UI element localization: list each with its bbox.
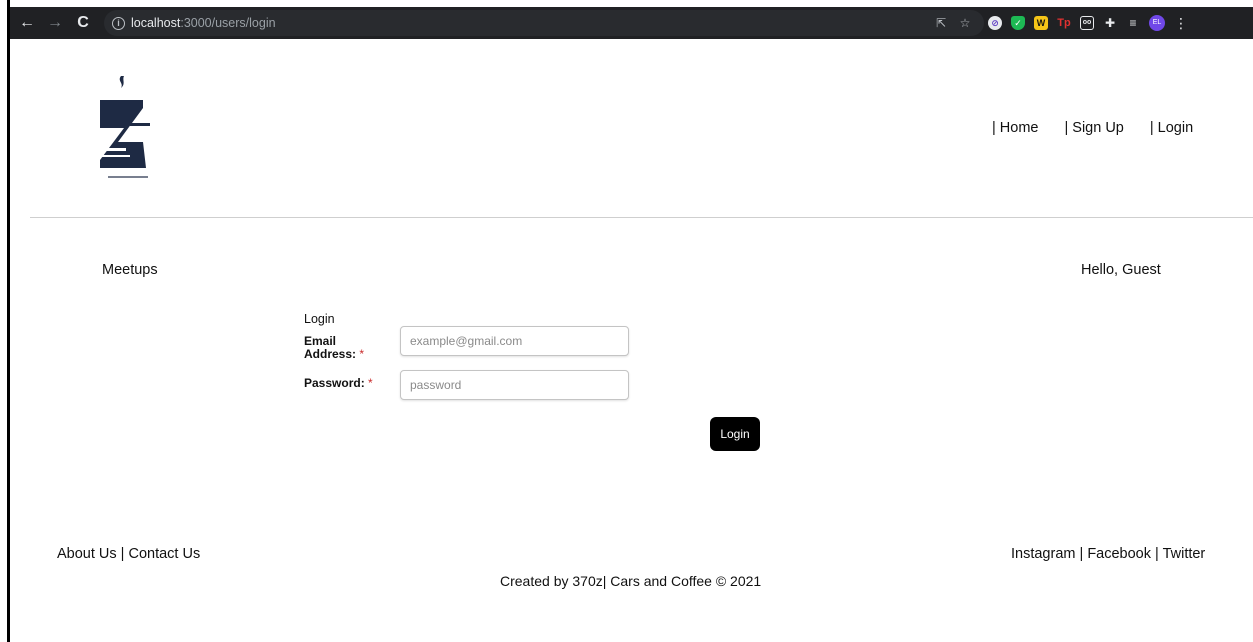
facebook-link[interactable]: Facebook: [1087, 546, 1151, 562]
required-mark: *: [368, 376, 373, 390]
footer-links-right: Instagram | Facebook | Twitter: [1011, 546, 1205, 562]
extension-icons: ⊘ ✓ W Tp oo ✚ ≡ EL ⋮: [988, 15, 1188, 32]
login-button[interactable]: Login: [710, 417, 760, 451]
share-icon[interactable]: ⇱: [934, 16, 948, 30]
nav-login-link[interactable]: | Login: [1150, 120, 1193, 136]
site-logo[interactable]: [88, 70, 158, 190]
block-extension-icon[interactable]: ⊘: [988, 16, 1002, 30]
header-divider: [30, 217, 1253, 218]
contact-us-link[interactable]: Contact Us: [128, 546, 200, 562]
instagram-link[interactable]: Instagram: [1011, 546, 1075, 562]
footer-separator: |: [1151, 546, 1163, 562]
meetups-link[interactable]: Meetups: [102, 262, 158, 278]
forward-icon[interactable]: →: [44, 7, 66, 39]
footer-links-left: About Us | Contact Us: [57, 546, 200, 562]
reload-icon[interactable]: C: [72, 7, 94, 39]
required-mark: *: [359, 347, 365, 361]
back-icon[interactable]: ←: [16, 7, 38, 39]
email-label-text: Email Address:: [304, 334, 357, 361]
shield-extension-icon[interactable]: ✓: [1011, 16, 1025, 30]
email-label: Email Address: *: [304, 335, 384, 361]
address-bar-actions: ⇱ ☆: [934, 16, 972, 30]
about-us-link[interactable]: About Us: [57, 546, 117, 562]
glasses-extension-icon[interactable]: oo: [1080, 16, 1094, 30]
email-input[interactable]: [400, 326, 629, 356]
browser-toolbar: ← → C i localhost :3000/users/login ⇱ ☆ …: [10, 7, 1253, 39]
url-host: localhost: [131, 16, 181, 30]
tp-extension-icon[interactable]: Tp: [1057, 16, 1071, 30]
password-input[interactable]: [400, 370, 629, 400]
puzzle-icon[interactable]: ✚: [1103, 16, 1117, 30]
copyright-text: Created by 370z| Cars and Coffee © 2021: [500, 573, 762, 589]
star-icon[interactable]: ☆: [958, 16, 972, 30]
info-icon[interactable]: i: [112, 16, 125, 30]
twitter-link[interactable]: Twitter: [1163, 546, 1206, 562]
password-label: Password: *: [304, 377, 373, 390]
footer-separator: |: [116, 546, 129, 562]
footer-separator: |: [1075, 546, 1088, 562]
form-heading: Login: [304, 312, 335, 326]
menu-dots-icon[interactable]: ⋮: [1174, 15, 1188, 32]
z-logo-icon: [100, 76, 150, 178]
window-frame-top: [0, 0, 1253, 7]
window-frame-left: [0, 0, 10, 642]
media-queue-icon[interactable]: ≡: [1126, 16, 1140, 30]
url-path: :3000/users/login: [180, 16, 276, 30]
address-bar[interactable]: i localhost :3000/users/login ⇱ ☆: [104, 10, 984, 36]
avatar[interactable]: EL: [1149, 15, 1165, 31]
password-label-text: Password:: [304, 376, 365, 390]
main-nav: | Home | Sign Up | Login: [992, 120, 1193, 136]
greeting-text: Hello, Guest: [1081, 262, 1161, 278]
nav-signup-link[interactable]: | Sign Up: [1064, 120, 1123, 136]
nav-home-link[interactable]: | Home: [992, 120, 1038, 136]
w-extension-icon[interactable]: W: [1034, 16, 1048, 30]
